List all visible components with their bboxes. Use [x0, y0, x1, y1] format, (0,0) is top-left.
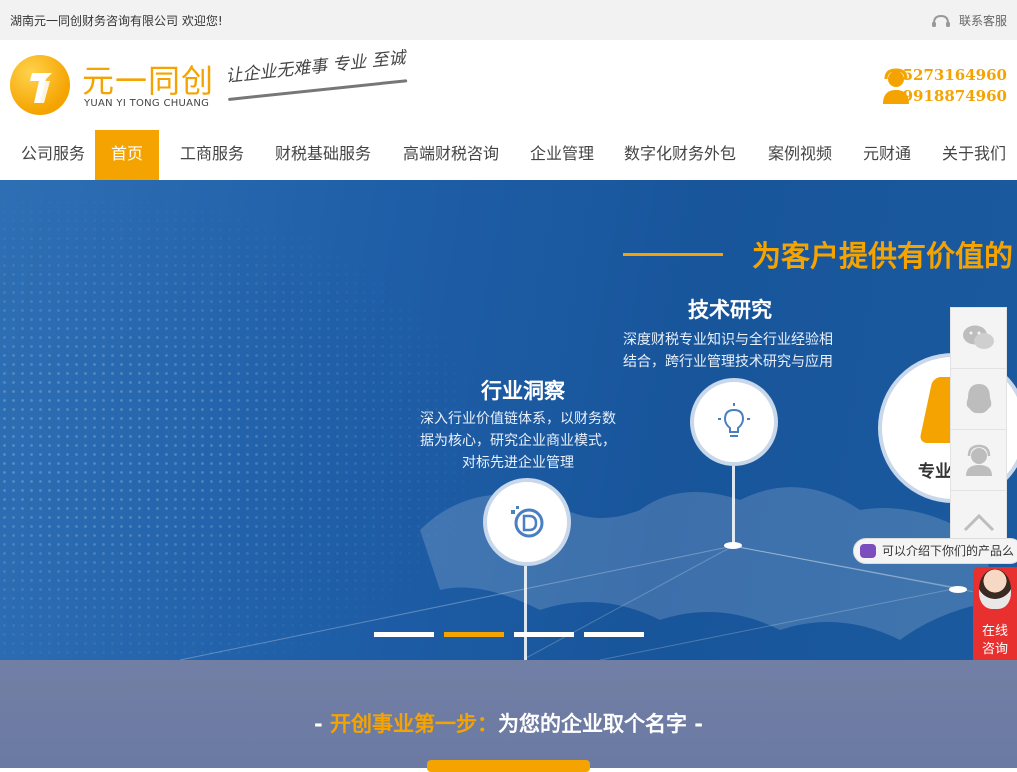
- slider-dot-4[interactable]: [584, 632, 644, 637]
- online-consult-label: 在线 咨询: [973, 623, 1017, 659]
- back-to-top-icon: [963, 513, 994, 531]
- agent-avatar: [979, 569, 1011, 609]
- floating-sidebar: [950, 307, 1007, 547]
- nav-item-case-videos[interactable]: 案例视频: [768, 130, 832, 180]
- top-bar: 湖南元一同创财务咨询有限公司 欢迎您! 联系客服: [0, 0, 1017, 40]
- phone-number-2[interactable]: 19918874960: [892, 86, 1007, 107]
- sidebar-wechat[interactable]: [951, 308, 1006, 369]
- feature-title-professional: 专业: [918, 462, 952, 482]
- customer-service-icon: [965, 444, 992, 476]
- feature-desc-line: 对标先进企业管理: [462, 455, 574, 471]
- feature-title-industry-insight: 行业洞察: [481, 379, 565, 403]
- wechat-icon: [962, 325, 994, 349]
- logo-english-name: YUAN YI TONG CHUANG: [84, 98, 210, 109]
- logo-chinese-name: 元一同创: [82, 62, 215, 100]
- nav-item-business-services[interactable]: 工商服务: [180, 130, 244, 180]
- welcome-text: 湖南元一同创财务咨询有限公司 欢迎您!: [10, 14, 223, 28]
- contact-service-label: 联系客服: [958, 14, 1007, 28]
- section-title-prefix: -: [313, 712, 330, 736]
- feature-desc-line: 深度财税专业知识与全行业经验相: [623, 332, 833, 348]
- section-title-highlight: 开创事业第一步：: [330, 712, 498, 736]
- slider-dot-1[interactable]: [374, 632, 434, 637]
- feature-desc-line: 结合，跨行业管理技术研究与应用: [623, 354, 833, 370]
- online-consult-button[interactable]: 在线 咨询: [973, 567, 1017, 667]
- online-consult-line: 咨询: [981, 642, 1008, 657]
- nav-item-yuancaitong[interactable]: 元财通: [863, 130, 911, 180]
- hero-banner[interactable]: 为客户提供有价值的 技术研究 深度财税专业知识与全行业经验相 结合，跨行业管理技…: [0, 180, 1017, 660]
- banner-headline: 为客户提供有价值的: [752, 239, 1014, 273]
- nav-item-tax-consulting[interactable]: 高端财税咨询: [403, 130, 499, 180]
- headset-icon: [931, 14, 950, 27]
- feature-desc-industry-insight: 深入行业价值链体系，以财务数 据为核心，研究企业商业模式， 对标先进企业管理: [420, 408, 616, 474]
- section-title-suffix: -: [687, 712, 704, 736]
- phone-numbers: 15273164960 19918874960: [892, 65, 1007, 107]
- slider-dot-3[interactable]: [514, 632, 574, 637]
- sidebar-qq[interactable]: [951, 369, 1006, 430]
- contact-service-link[interactable]: 联系客服: [931, 12, 1007, 29]
- feature-stem: [524, 566, 527, 660]
- lightbulb-icon: [690, 378, 778, 466]
- feature-desc-tech-research: 深度财税专业知识与全行业经验相 结合，跨行业管理技术研究与应用: [623, 329, 833, 373]
- feature-stem: [732, 466, 735, 544]
- section-title: - 开创事业第一步：为您的企业取个名字 -: [0, 708, 1017, 738]
- sidebar-customer-service[interactable]: [951, 430, 1006, 491]
- phone-number-1[interactable]: 15273164960: [892, 65, 1007, 86]
- logo-mark-icon: [10, 55, 70, 115]
- nav-item-company-services[interactable]: 公司服务: [21, 130, 85, 180]
- nav-item-tax-basics[interactable]: 财税基础服务: [275, 130, 371, 180]
- main-nav: 公司服务 首页 工商服务 财税基础服务 高端财税咨询 企业管理 数字化财务外包 …: [0, 130, 1017, 180]
- data-d-icon: [483, 478, 571, 566]
- online-consult-line: 在线: [981, 624, 1008, 639]
- naming-section: - 开创事业第一步：为您的企业取个名字 -: [0, 660, 1017, 772]
- feature-pin: [724, 542, 742, 549]
- feature-desc-line: 据为核心，研究企业商业模式，: [420, 433, 616, 449]
- naming-action-button[interactable]: [427, 760, 590, 772]
- feature-pin: [949, 586, 967, 593]
- header: 元一同创 YUAN YI TONG CHUANG 让企业无难事 专业 至诚 15…: [0, 40, 1017, 130]
- chat-bubble-icon: [860, 544, 876, 558]
- chat-prompt-bubble[interactable]: 可以介绍下你们的产品么: [853, 538, 1017, 564]
- nav-item-home[interactable]: 首页: [95, 130, 159, 180]
- slider-dot-2[interactable]: [444, 632, 504, 637]
- qq-icon: [966, 384, 991, 414]
- nav-item-about-us[interactable]: 关于我们: [942, 130, 1006, 180]
- nav-item-digital-outsourcing[interactable]: 数字化财务外包: [624, 130, 736, 180]
- slogan: 让企业无难事 专业 至诚: [224, 48, 407, 87]
- feature-desc-line: 深入行业价值链体系，以财务数: [420, 411, 616, 427]
- feature-title-tech-research: 技术研究: [688, 298, 772, 322]
- headline-rule: [623, 253, 723, 256]
- nav-item-enterprise-management[interactable]: 企业管理: [530, 130, 594, 180]
- chat-prompt-text: 可以介绍下你们的产品么: [882, 544, 1015, 558]
- section-title-text: 为您的企业取个名字: [498, 712, 687, 736]
